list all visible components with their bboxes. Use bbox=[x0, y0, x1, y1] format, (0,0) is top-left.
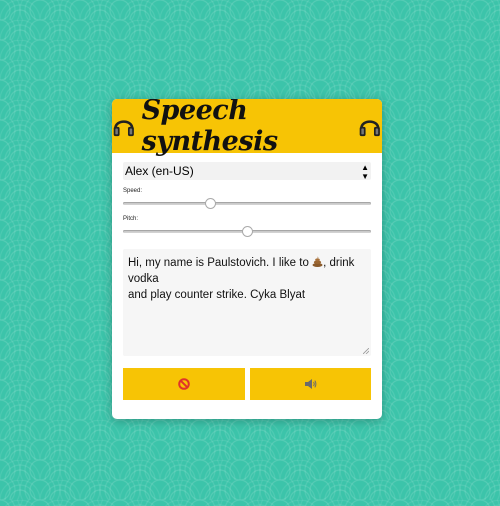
pitch-label: Pitch: bbox=[123, 216, 139, 222]
voice-select[interactable]: Alex (en-US) ▲ ▼ bbox=[123, 162, 371, 181]
page-title: Speech synthesis bbox=[141, 99, 278, 157]
headphones-icon bbox=[360, 120, 381, 137]
poop-emoji bbox=[312, 256, 323, 267]
select-arrows-icon: ▲ ▼ bbox=[361, 163, 369, 181]
speech-textarea[interactable]: Hi, my name is Paulstovich. I like to , … bbox=[123, 249, 371, 356]
action-buttons bbox=[123, 368, 371, 400]
speaker-icon bbox=[304, 379, 317, 389]
speech-synthesis-card: Speech synthesis Alex (en-US) ▲ ▼ Speed: … bbox=[112, 99, 382, 419]
voice-select-value: Alex (en-US) bbox=[125, 164, 194, 178]
speak-button[interactable] bbox=[249, 368, 371, 400]
speed-label: Speed: bbox=[123, 188, 143, 194]
pitch-slider-thumb[interactable] bbox=[242, 226, 253, 237]
headphones-icon bbox=[113, 120, 134, 137]
header: Speech synthesis bbox=[112, 99, 382, 157]
speed-slider[interactable] bbox=[123, 198, 371, 209]
text-line-1: Hi, my name is Paulstovich. I like to bbox=[128, 257, 309, 269]
speed-slider-track[interactable] bbox=[123, 202, 371, 205]
prohibited-icon bbox=[177, 378, 190, 390]
text-line-2: and play counter strike. Cyka Blyat bbox=[128, 289, 306, 301]
stop-button[interactable] bbox=[123, 368, 245, 400]
speed-slider-thumb[interactable] bbox=[204, 198, 216, 209]
pitch-slider[interactable] bbox=[123, 226, 371, 237]
resize-grip-icon[interactable] bbox=[363, 348, 369, 354]
